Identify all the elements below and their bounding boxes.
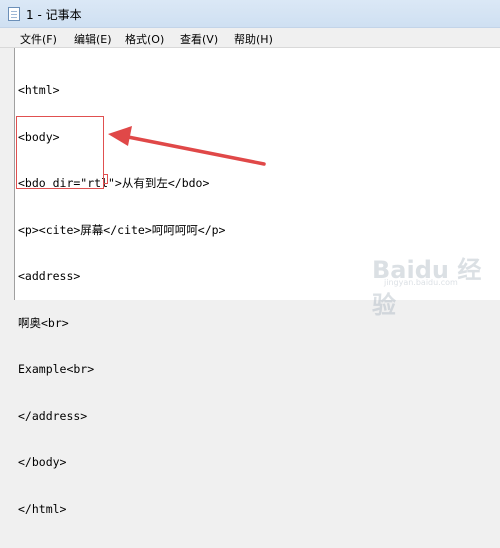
code-line: <body>: [18, 129, 60, 144]
baidu-watermark: Baidu 经验 jingyan.baidu.com: [372, 250, 492, 319]
menu-help[interactable]: 帮助(H): [234, 31, 273, 47]
code-line: </html>: [18, 501, 67, 516]
code-line: 啊奥<br>: [18, 315, 69, 330]
code-line: Example<br>: [18, 362, 95, 376]
watermark-url: jingyan.baidu.com: [384, 278, 458, 287]
annotation-small-box: [103, 174, 108, 184]
menu-format[interactable]: 格式(O): [125, 31, 164, 47]
menu-edit[interactable]: 编辑(E): [74, 31, 112, 47]
code-line: </address>: [18, 408, 88, 423]
code-line: <address>: [18, 269, 81, 283]
code-line: </body>: [18, 455, 67, 469]
window-left-edge: [0, 48, 14, 300]
menu-view[interactable]: 查看(V): [180, 31, 218, 47]
menu-file[interactable]: 文件(F): [20, 31, 57, 47]
window-title: 1 - 记事本: [26, 8, 82, 22]
code-line: <html>: [18, 83, 60, 97]
code-line: <p><cite>屏幕</cite>呵呵呵呵</p>: [18, 222, 226, 237]
menu-bar: 文件(F) 编辑(E) 格式(O) 查看(V) 帮助(H): [0, 28, 500, 48]
code-line: <bdo dir="rtl">从有到左</bdo>: [18, 176, 210, 190]
title-bar: 1 - 记事本: [0, 0, 500, 28]
notepad-icon: [8, 7, 20, 21]
editor-content[interactable]: <html> <body> <bdo dir="rtl">从有到左</bdo> …: [18, 52, 225, 548]
